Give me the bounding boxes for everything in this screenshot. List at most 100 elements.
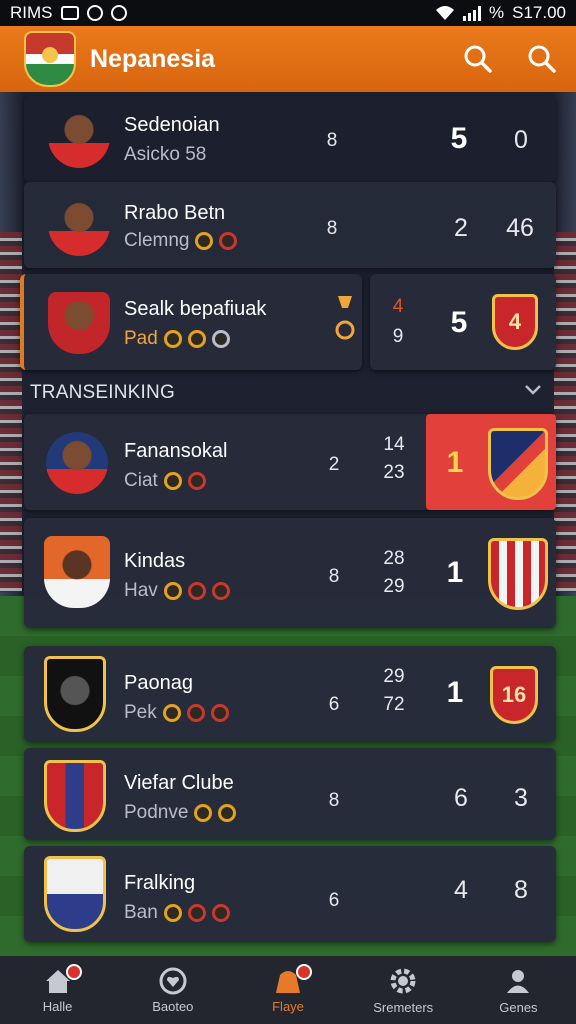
score-home: 4	[454, 876, 468, 904]
stat-top: 14	[383, 434, 405, 455]
search-button-secondary[interactable]	[522, 39, 562, 79]
list-item[interactable]: Sedenoian Asicko 58 8 5 0	[24, 96, 556, 182]
coin-icon	[187, 330, 206, 348]
match-list: Sedenoian Asicko 58 8 5 0 Rrabo Betn Cle…	[0, 92, 576, 956]
list-item[interactable]: Fralking Ban 6 4 8	[24, 846, 556, 942]
score-home: 1	[446, 676, 464, 709]
nav-label: Genes	[499, 999, 538, 1015]
team-badge: 4	[492, 294, 538, 350]
player-subtitle: Ciat	[124, 470, 206, 492]
coin-icon	[162, 704, 181, 722]
app-title: Nepanesia	[90, 44, 216, 73]
match-stat: 2	[328, 454, 340, 475]
highlight-score-box: 1	[426, 414, 556, 510]
stat-bottom: 9	[392, 326, 404, 347]
clock: S17.00	[512, 3, 566, 22]
match-stat: 8	[326, 218, 338, 239]
player-name: Fralking	[124, 872, 196, 894]
card-icon	[187, 472, 206, 490]
score-away: 3	[514, 784, 528, 812]
list-item[interactable]: Kindas Hav 8 28 29 1	[24, 518, 556, 628]
search-icon	[528, 45, 556, 73]
player-avatar	[48, 292, 110, 354]
chevron-down-icon[interactable]	[524, 384, 542, 396]
nav-settings[interactable]: Sremeters	[346, 956, 461, 1024]
score-away: 8	[514, 876, 528, 904]
list-item[interactable]: Viefar Clube Podnve 8 6 3	[24, 748, 556, 840]
image-notification-icon	[60, 6, 79, 20]
player-subtitle: Podnve	[124, 802, 237, 824]
nav-players[interactable]: Flaye	[230, 956, 345, 1024]
club-crest	[44, 760, 106, 832]
match-stat: 6	[328, 890, 340, 911]
face-icon	[211, 330, 230, 348]
status-bar: RIMS % S17.00	[0, 0, 576, 26]
stat-bottom: 72	[383, 694, 405, 715]
coin-icon	[194, 804, 213, 822]
club-crest	[44, 656, 106, 732]
card-icon	[187, 904, 206, 922]
nav-label: Halle	[42, 998, 73, 1014]
list-item[interactable]: Sealk bepafiuak Pad	[20, 274, 362, 370]
player-subtitle: Ban	[124, 902, 230, 924]
card-icon	[211, 582, 230, 600]
stat-bottom: 29	[383, 576, 405, 597]
player-avatar	[46, 432, 108, 494]
player-name: Sedenoian	[124, 114, 220, 136]
score-home: 5	[450, 122, 468, 155]
coin-icon	[163, 904, 182, 922]
gear-icon	[390, 968, 416, 993]
card-icon	[219, 232, 238, 250]
match-stat: 6	[328, 694, 340, 715]
stat-top: 4	[392, 296, 404, 317]
list-item[interactable]: Paonag Pek 6 29 72 1 16	[24, 646, 556, 742]
match-stat: 8	[326, 130, 338, 151]
stat-top: 29	[383, 666, 405, 687]
notification-badge	[296, 964, 313, 980]
player-subtitle: Asicko 58	[124, 144, 207, 165]
stat-bottom: 23	[383, 462, 405, 483]
search-button[interactable]	[458, 39, 498, 79]
player-avatar	[44, 536, 110, 608]
score-away: 0	[514, 126, 528, 154]
search-icon	[464, 45, 492, 73]
coin-icon	[163, 472, 182, 490]
nav-home[interactable]: Halle	[0, 956, 115, 1024]
section-title: TRANSEINKING	[30, 382, 175, 403]
list-item[interactable]: Fanansokal Ciat 2 14 23 1	[24, 414, 556, 510]
player-name: Sealk bepafiuak	[124, 298, 267, 320]
nav-profile[interactable]: Genes	[461, 956, 576, 1024]
card-icon	[187, 582, 206, 600]
score-home: 1	[446, 446, 464, 479]
wifi-icon	[435, 6, 454, 20]
coin-icon	[218, 804, 237, 822]
bottom-navigation: Halle Baoteo Flaye Sremeters Genes	[0, 956, 576, 1024]
app-header: Nepanesia	[0, 26, 576, 92]
app-notification-icon	[110, 5, 127, 21]
app-logo	[24, 31, 76, 87]
battery-indicator: %	[488, 3, 505, 22]
nav-label: Flaye	[272, 998, 304, 1014]
notification-badge	[66, 964, 82, 980]
player-name: Viefar Clube	[124, 772, 234, 794]
sync-notification-icon	[86, 5, 103, 21]
coin-icon	[163, 330, 182, 348]
card-icon	[211, 904, 230, 922]
score-home: 5	[450, 306, 468, 339]
score-home: 2	[454, 214, 468, 242]
card-icon	[186, 704, 205, 722]
nav-label: Baoteo	[152, 998, 194, 1014]
score-home: 6	[454, 784, 468, 812]
list-item[interactable]: Rrabo Betn Clemng 8 2 46	[24, 182, 556, 268]
score-panel[interactable]: 4 9 5 4	[370, 274, 556, 370]
team-badge	[488, 428, 548, 500]
signal-icon	[462, 5, 481, 21]
team-badge	[488, 538, 548, 610]
trophy-icon	[335, 296, 355, 340]
nav-favorites[interactable]: Baoteo	[115, 956, 230, 1024]
player-subtitle: Hav	[124, 580, 230, 602]
stat-top: 28	[383, 548, 405, 569]
heart-icon	[159, 967, 187, 994]
coin-icon	[195, 232, 214, 250]
profile-icon	[507, 969, 530, 993]
